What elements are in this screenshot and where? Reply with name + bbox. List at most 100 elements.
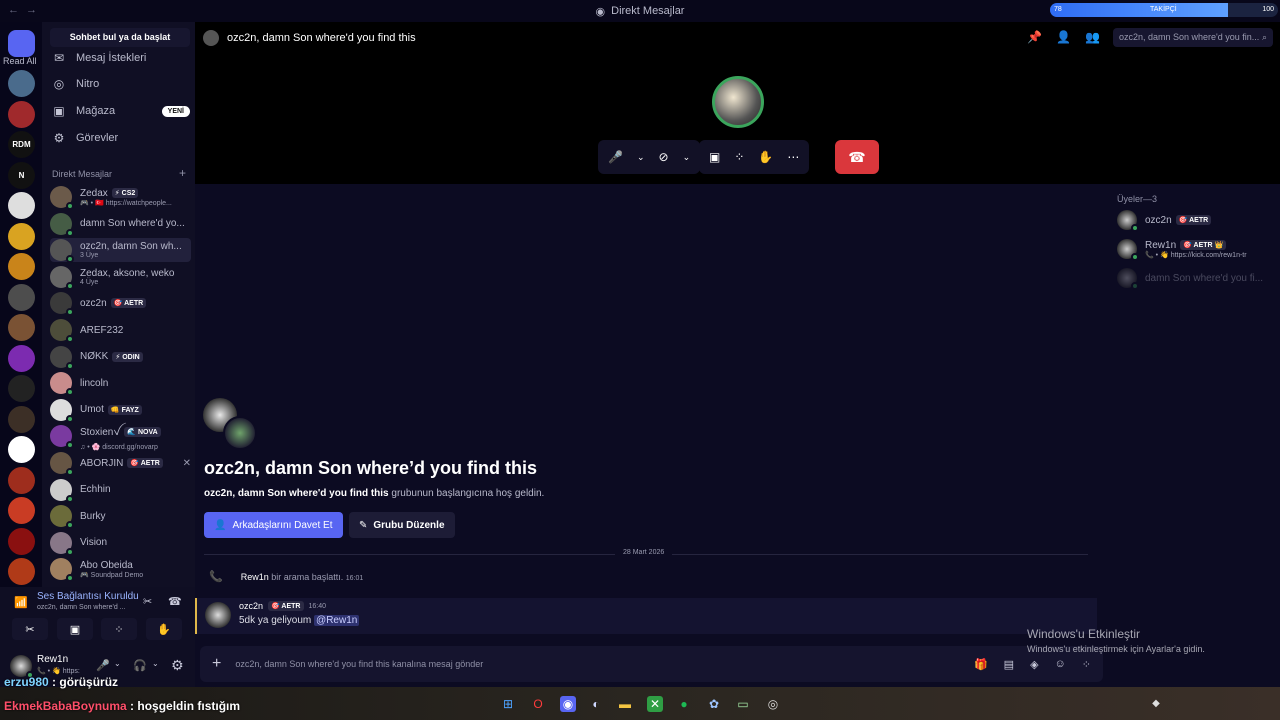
dm-item[interactable]: damn Son where'd yo... [50, 212, 191, 237]
server-icon-server-13[interactable] [8, 436, 35, 463]
dm-item[interactable]: Umot 👊 FAYZ [50, 398, 191, 423]
plus-icon[interactable]: + [212, 655, 221, 673]
server-icon-server-10[interactable] [8, 344, 35, 372]
noise-suppression-icon[interactable]: ✂ [143, 595, 152, 608]
camera-off-icon[interactable]: ⊘ [659, 150, 669, 164]
add-friends-icon[interactable]: 👤 [1056, 30, 1071, 44]
dm-item[interactable]: Stoxienꪜ 🌊 NOVA ♫ • 🌸 discord.gg/novarp [50, 424, 191, 451]
members-icon[interactable]: 👥 [1085, 30, 1100, 44]
apps-icon[interactable]: ⁘ [1082, 658, 1091, 671]
gif-icon[interactable]: ▤ [1004, 658, 1014, 671]
dm-item[interactable]: ozc2n 🎯 AETR [50, 291, 191, 317]
hang-up-button[interactable]: ☎ [835, 140, 879, 174]
chevron-down-icon[interactable]: ⌄ [683, 152, 691, 163]
server-icon-server-12[interactable] [8, 405, 35, 433]
server-icon-server-14[interactable] [8, 466, 35, 494]
opera-icon[interactable]: O [530, 696, 546, 712]
chevron-down-icon[interactable]: ⌄ [114, 659, 121, 668]
settings-gear-icon[interactable]: ⚙ [171, 657, 184, 674]
disconnect-icon[interactable]: ☎ [168, 595, 182, 608]
server-icon-server-9[interactable] [8, 314, 35, 341]
activities-button[interactable]: ⁘ [101, 618, 137, 640]
discord-taskbar-icon[interactable]: ◉ [560, 696, 576, 712]
dm-item[interactable]: Zedax, aksone, weko 4 Üye [50, 265, 191, 290]
pin-icon[interactable]: 📌 [1027, 30, 1042, 44]
chevron-down-icon[interactable]: ⌄ [152, 659, 159, 668]
xbox-icon[interactable]: ✕ [647, 696, 663, 712]
dm-name: Burky [80, 511, 106, 522]
dm-item[interactable]: ABORJİN 🎯 AETR ✕ [50, 451, 191, 476]
server-icon-server-7[interactable] [8, 253, 35, 280]
invite-friends-button[interactable]: 👤 Arkadaşlarını Davet Et [204, 512, 343, 538]
close-dm-icon[interactable]: ✕ [183, 458, 191, 469]
dm-item[interactable]: Zedax ⚡ CS2 🎮 • 🇹🇷 https://watchpeople... [50, 185, 191, 210]
message-author[interactable]: ozc2n [239, 601, 263, 611]
microphone-icon[interactable]: 🎤 [96, 659, 110, 672]
server-icon-discord-home[interactable] [8, 30, 35, 57]
dm-item[interactable]: NØKK ⚡ ODIN [50, 345, 191, 370]
find-conversation-button[interactable]: Sohbet bul ya da başlat [50, 28, 190, 47]
caller-avatar[interactable] [712, 76, 764, 128]
add-dm-button[interactable]: + [179, 167, 186, 179]
server-icon-server-2[interactable] [8, 100, 35, 128]
obs-icon[interactable]: ◎ [765, 696, 781, 712]
tray-icon[interactable]: ◆ [1148, 696, 1164, 712]
nav-quests[interactable]: ⚙ Görevler [52, 128, 190, 148]
dm-item[interactable]: lincoln [50, 371, 191, 397]
avatar[interactable] [205, 602, 231, 628]
edit-group-button[interactable]: ✎ Grubu Düzenle [349, 512, 455, 538]
windows-start-icon[interactable]: ⊞ [500, 696, 516, 712]
server-icon-server-6[interactable] [8, 222, 35, 250]
server-icon-server-17[interactable] [8, 558, 35, 585]
app-icon[interactable]: ✿ [706, 696, 722, 712]
chevron-down-icon[interactable]: ⌄ [637, 152, 645, 163]
nav-message-requests[interactable]: ✉ Mesaj İstekleri [52, 48, 190, 68]
server-icon-server-5[interactable] [8, 192, 35, 219]
soundboard-icon[interactable]: ✋ [758, 150, 773, 164]
server-icon-server-8[interactable] [8, 283, 35, 311]
terminal-icon[interactable]: ▭ [735, 696, 751, 712]
server-icon-server-16[interactable] [8, 527, 35, 555]
activities-icon[interactable]: ⁘ [734, 150, 744, 164]
server-icon-server-rdm[interactable]: RDM [8, 131, 35, 158]
microphone-icon[interactable]: 🎤 [608, 150, 623, 164]
folder-icon[interactable]: ▬ [617, 696, 633, 712]
nav-shop[interactable]: ▣ Mağaza YENİ [52, 101, 190, 121]
server-icon-server-n[interactable]: N [8, 161, 35, 189]
user-avatar[interactable] [10, 655, 34, 679]
sticker-icon[interactable]: ◈ [1030, 658, 1038, 671]
screen-share-button[interactable]: ▣ [57, 618, 93, 640]
more-icon[interactable]: ⋯ [787, 150, 799, 164]
mention[interactable]: @Rew1n [314, 615, 360, 626]
search-input[interactable]: ozc2n, damn Son where'd you fin... ⌕ [1113, 28, 1273, 47]
nav-arrows[interactable]: ← → [8, 4, 39, 16]
spotify-icon[interactable]: ● [676, 696, 692, 712]
dm-item[interactable]: Abo Obeida 🎮 Soundpad Demo [50, 557, 191, 583]
read-all-label[interactable]: Read All [3, 56, 37, 66]
member-item[interactable]: Rew1n 🎯 AETR 👑 📞 • 👋 https://kick.com/rew1… [1117, 237, 1247, 261]
camera-off-button[interactable]: ✂ [12, 618, 48, 640]
voice-channel[interactable]: ozc2n, damn Son where'd ... [37, 604, 126, 611]
nav-nitro[interactable]: ◎ Nitro [52, 74, 190, 94]
gift-icon[interactable]: 🎁 [974, 658, 988, 671]
headphones-icon[interactable]: 🎧 [133, 659, 147, 672]
dm-item[interactable]: Burky [50, 504, 191, 530]
server-icon-server-1[interactable] [8, 70, 35, 97]
soundboard-button[interactable]: ✋ [146, 618, 182, 640]
dm-item[interactable]: Vision [50, 531, 191, 556]
user-name[interactable]: Rew1n [37, 654, 68, 665]
member-list: Üyeler—3 ozc2n 🎯 AETR Rew1n 🎯 AETR 👑 📞 • 👋 h… [1103, 184, 1280, 687]
dm-item[interactable]: ozc2n, damn Son wh... 3 Üye [50, 238, 191, 264]
signal-icon[interactable]: 📶 [14, 596, 28, 609]
member-item[interactable]: ozc2n 🎯 AETR [1117, 208, 1212, 232]
server-icon-server-15[interactable] [8, 497, 35, 524]
emoji-icon[interactable]: ☺ [1055, 658, 1066, 671]
system-message-user[interactable]: Rew1n [241, 572, 269, 582]
server-icon-server-11[interactable] [8, 375, 35, 402]
dm-item[interactable]: Echhin [50, 478, 191, 503]
dm-item[interactable]: AREF232 [50, 318, 191, 343]
screen-share-icon[interactable]: ▣ [709, 150, 720, 164]
member-item[interactable]: damn Son where'd you fi... [1117, 266, 1263, 290]
steam-icon[interactable]: ◐ [588, 696, 604, 712]
message-input[interactable]: + ozc2n, damn Son where'd you find this … [200, 646, 1103, 682]
